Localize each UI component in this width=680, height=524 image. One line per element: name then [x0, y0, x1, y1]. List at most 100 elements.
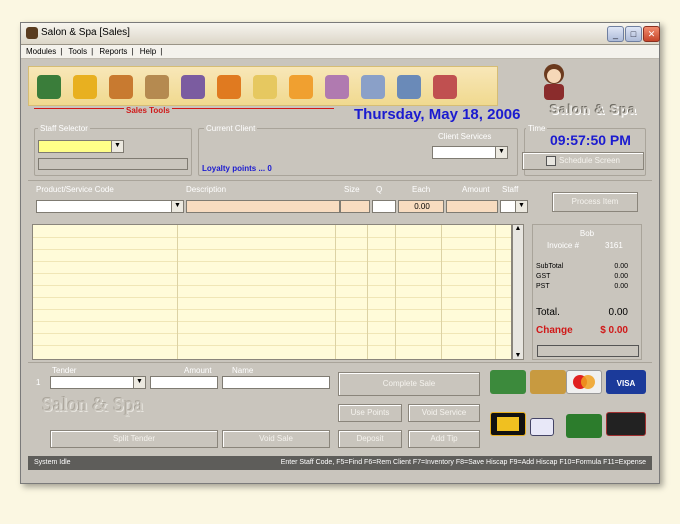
amount-label: Amount: [184, 366, 212, 375]
chevron-down-icon: ▼: [515, 201, 527, 212]
status-left: System Idle: [34, 459, 71, 466]
menu-help[interactable]: Help: [140, 47, 156, 56]
client-services-dropdown[interactable]: ▼: [432, 146, 508, 159]
menu-reports[interactable]: Reports: [99, 47, 127, 56]
gst-value: 0.00: [614, 273, 628, 280]
split-tender-button[interactable]: Split Tender: [50, 430, 218, 448]
current-client-label: Current Client: [204, 124, 258, 133]
change-value: $ 0.00: [600, 325, 628, 336]
menu-tools[interactable]: Tools: [68, 47, 87, 56]
truck-icon[interactable]: [217, 75, 241, 99]
col-description: Description: [186, 185, 227, 194]
total-value: 0.00: [608, 307, 628, 318]
col-size: Size: [344, 185, 360, 194]
watermark-logo: Salon & Spa: [42, 394, 144, 416]
tender-type-dropdown[interactable]: ▼: [50, 376, 146, 389]
minimize-button[interactable]: _: [607, 26, 624, 42]
gift-icon[interactable]: [181, 75, 205, 99]
app-icon: [26, 27, 38, 39]
toolbar-underline: [34, 108, 334, 109]
tender-name-field[interactable]: [222, 376, 330, 389]
calendar-icon: [546, 155, 557, 166]
gst-label: GST: [536, 273, 551, 280]
chevron-down-icon: ▼: [111, 141, 123, 152]
deposit-button[interactable]: Deposit: [338, 430, 402, 448]
summary-status-bar: [537, 345, 639, 357]
menu-bar: Modules | Tools | Reports | Help |: [21, 45, 659, 59]
chart-icon[interactable]: [325, 75, 349, 99]
close-button[interactable]: ✕: [643, 26, 660, 42]
scroll-up-icon[interactable]: ▲: [513, 225, 523, 232]
chevron-down-icon: ▼: [133, 377, 145, 388]
status-hints: Enter Staff Code, F5=Find F6=Rem Client …: [280, 459, 646, 466]
amount-field[interactable]: [446, 200, 498, 213]
void-sale-button[interactable]: Void Sale: [222, 430, 330, 448]
staff-dropdown[interactable]: ▼: [500, 200, 528, 213]
visa-icon[interactable]: VISA: [606, 370, 646, 394]
qty-field[interactable]: [372, 200, 396, 213]
discover-icon[interactable]: [606, 412, 646, 436]
brand-logo: Salon & Spa: [550, 102, 637, 117]
mastercard-icon[interactable]: [566, 370, 602, 394]
staff-info-bar: [38, 158, 188, 170]
calculator-icon[interactable]: [397, 75, 421, 99]
complete-sale-button[interactable]: Complete Sale: [338, 372, 480, 396]
box-icon[interactable]: [145, 75, 169, 99]
cheque-icon[interactable]: [530, 370, 566, 394]
time-label: Time: [526, 124, 548, 133]
edit-icon[interactable]: [289, 75, 313, 99]
grid-scrollbar[interactable]: ▲ ▼: [512, 224, 524, 360]
process-item-button[interactable]: Process Item: [552, 192, 638, 212]
mascot-icon: [538, 62, 570, 102]
use-points-button[interactable]: Use Points: [338, 404, 402, 422]
invoice-label: Invoice #: [547, 241, 580, 250]
chevron-down-icon: ▼: [495, 147, 507, 158]
loyalty-points: Loyalty points ... 0: [202, 164, 272, 173]
invoice-number: 3161: [605, 241, 623, 250]
lightbulb-icon[interactable]: [73, 75, 97, 99]
product-code-dropdown[interactable]: ▼: [36, 200, 184, 213]
staff-selector-dropdown[interactable]: ▼: [38, 140, 124, 153]
items-grid[interactable]: [32, 224, 512, 360]
sales-toolbar: [28, 66, 498, 106]
window-title: Salon & Spa [Sales]: [41, 27, 130, 38]
each-field[interactable]: 0.00: [398, 200, 444, 213]
tender-amount-field[interactable]: [150, 376, 218, 389]
description-field[interactable]: [186, 200, 340, 213]
size-field[interactable]: [340, 200, 370, 213]
change-label: Change: [536, 325, 573, 336]
person-icon[interactable]: [109, 75, 133, 99]
title-bar: Salon & Spa [Sales] _ □ ✕: [21, 23, 660, 45]
col-staff: Staff: [502, 185, 519, 194]
name-label: Name: [232, 366, 254, 375]
add-tip-button[interactable]: Add Tip: [408, 430, 480, 448]
date-display: Thursday, May 18, 2006: [354, 106, 521, 123]
users-icon[interactable]: [37, 75, 61, 99]
divider: [28, 362, 652, 363]
col-product-code: Product/Service Code: [36, 185, 114, 194]
total-label: Total.: [536, 307, 560, 318]
maximize-button[interactable]: □: [625, 26, 642, 42]
pst-value: 0.00: [614, 283, 628, 290]
printer-icon[interactable]: [361, 75, 385, 99]
scroll-down-icon[interactable]: ▼: [513, 352, 523, 359]
money-icon[interactable]: [566, 414, 602, 438]
summary-staff: Bob: [579, 229, 595, 238]
door-icon[interactable]: [433, 75, 457, 99]
tender-row-number: 1: [36, 378, 41, 387]
void-service-button[interactable]: Void Service: [408, 404, 480, 422]
col-each: Each: [412, 185, 431, 194]
subtotal-label: SubTotal: [536, 263, 564, 270]
schedule-screen-button[interactable]: Schedule Screen: [522, 152, 644, 170]
notepad-icon[interactable]: [253, 75, 277, 99]
gift-card-icon[interactable]: [490, 412, 526, 436]
divider: [28, 180, 652, 181]
sale-summary-panel: Bob Invoice # 3161 SubTotal 0.00 GST 0.00 …: [532, 224, 642, 360]
subtotal-value: 0.00: [614, 263, 628, 270]
client-services-label: Client Services: [436, 132, 494, 141]
tender-label: Tender: [52, 366, 77, 375]
menu-modules[interactable]: Modules: [26, 47, 56, 56]
debit-card-icon[interactable]: [530, 418, 554, 436]
cash-icon[interactable]: [490, 370, 526, 394]
pst-label: PST: [536, 283, 550, 290]
